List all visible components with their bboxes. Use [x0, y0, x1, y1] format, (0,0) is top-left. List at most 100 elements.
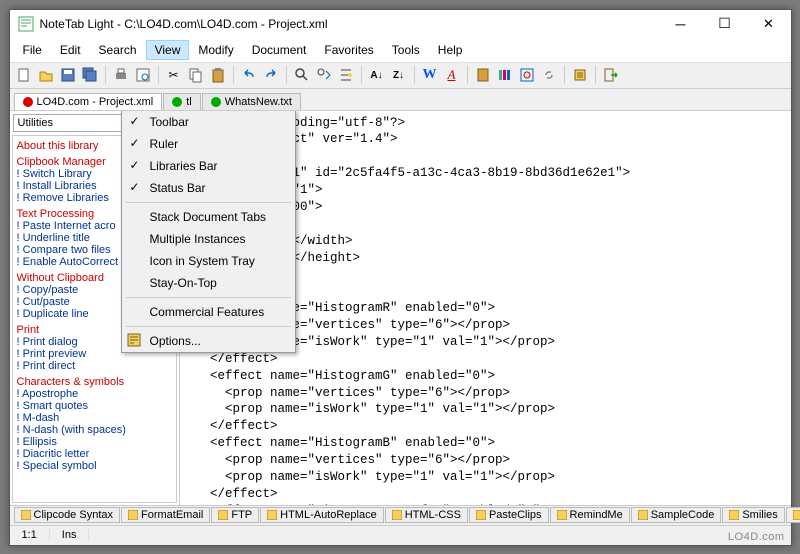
find-icon[interactable] — [292, 65, 312, 85]
wordwrap-icon[interactable]: W — [420, 65, 440, 85]
paste-icon[interactable] — [208, 65, 228, 85]
library-tab-label: FormatEmail — [141, 509, 203, 521]
menu-item-multiple-instances[interactable]: Multiple Instances — [122, 228, 295, 250]
library-item[interactable]: M-dash — [17, 412, 172, 424]
library-tab-ftp[interactable]: FTP — [211, 507, 259, 523]
statusbar: 1:1 Ins LO4D.com — [10, 525, 791, 545]
toolbar-separator — [361, 66, 362, 84]
menu-item-stack-document-tabs[interactable]: Stack Document Tabs — [122, 206, 295, 228]
save-all-icon[interactable] — [80, 65, 100, 85]
menu-item-options[interactable]: Options... — [122, 330, 295, 352]
close-button[interactable]: ✕ — [747, 10, 791, 38]
document-tab[interactable]: WhatsNew.txt — [202, 93, 301, 110]
replace-icon[interactable] — [336, 65, 356, 85]
book-icon — [793, 510, 800, 520]
menu-item-commercial-features[interactable]: Commercial Features — [122, 301, 295, 323]
menu-item-ruler[interactable]: ✓Ruler — [122, 133, 295, 155]
tab-status-icon — [211, 97, 221, 107]
print-icon[interactable] — [111, 65, 131, 85]
library-item[interactable]: Print direct — [17, 360, 172, 372]
find-next-icon[interactable] — [314, 65, 334, 85]
library-tab-html-css[interactable]: HTML-CSS — [385, 507, 468, 523]
menu-item-label: Commercial Features — [150, 305, 265, 319]
library-item[interactable]: Special symbol — [17, 460, 172, 472]
menu-item-label: Toolbar — [150, 115, 189, 129]
book-icon — [218, 510, 228, 520]
save-icon[interactable] — [58, 65, 78, 85]
menu-item-stay-on-top[interactable]: Stay-On-Top — [122, 272, 295, 294]
library-tab-clipcode-syntax[interactable]: Clipcode Syntax — [14, 507, 121, 523]
tab-status-icon — [23, 97, 33, 107]
exit-icon[interactable] — [601, 65, 621, 85]
library-heading[interactable]: Characters & symbols — [17, 376, 172, 388]
menu-item-label: Multiple Instances — [150, 232, 246, 246]
menu-separator — [126, 326, 291, 327]
redo-icon[interactable] — [261, 65, 281, 85]
library-tab-utilities[interactable]: Utilities — [786, 507, 800, 523]
document-tab[interactable]: LO4D.com - Project.xml — [14, 93, 163, 110]
library-tab-pasteclips[interactable]: PasteClips — [469, 507, 549, 523]
menu-item-libraries-bar[interactable]: ✓Libraries Bar — [122, 155, 295, 177]
sort-desc-icon[interactable]: Z↓ — [389, 65, 409, 85]
library-item[interactable]: Diacritic letter — [17, 448, 172, 460]
maximize-button[interactable]: ☐ — [703, 10, 747, 38]
view-menu-dropdown: ✓Toolbar✓Ruler✓Libraries Bar✓Status Bar S… — [121, 111, 296, 353]
library-item[interactable]: Smart quotes — [17, 400, 172, 412]
copy-icon[interactable] — [186, 65, 206, 85]
tab-status-icon — [172, 97, 182, 107]
menu-search[interactable]: Search — [90, 40, 146, 60]
book-icon — [21, 510, 31, 520]
menu-item-label: Stack Document Tabs — [150, 210, 267, 224]
menu-view[interactable]: View — [146, 40, 190, 60]
book-icon — [128, 510, 138, 520]
book-icon — [392, 510, 402, 520]
menu-tools[interactable]: Tools — [383, 40, 429, 60]
menu-favorites[interactable]: Favorites — [315, 40, 382, 60]
library-tab-label: Smilies — [742, 509, 777, 521]
open-file-icon[interactable] — [36, 65, 56, 85]
library-icon[interactable] — [495, 65, 515, 85]
link-icon[interactable] — [539, 65, 559, 85]
app-icon — [18, 16, 34, 32]
menu-separator — [126, 202, 291, 203]
menu-item-status-bar[interactable]: ✓Status Bar — [122, 177, 295, 199]
library-tab-smilies[interactable]: Smilies — [722, 507, 784, 523]
options-icon[interactable] — [570, 65, 590, 85]
menu-help[interactable]: Help — [429, 40, 472, 60]
menu-modify[interactable]: Modify — [189, 40, 242, 60]
menu-item-icon-in-system-tray[interactable]: Icon in System Tray — [122, 250, 295, 272]
library-tabs: Clipcode Syntax FormatEmail FTP HTML-AutoRe… — [10, 505, 791, 525]
font-icon[interactable]: A — [442, 65, 462, 85]
document-tab[interactable]: tl — [163, 93, 201, 110]
toolbar-separator — [467, 66, 468, 84]
toolbar-separator — [158, 66, 159, 84]
book-icon — [638, 510, 648, 520]
minimize-button[interactable]: ─ — [659, 10, 703, 38]
toolbar-separator — [105, 66, 106, 84]
library-tab-remindme[interactable]: RemindMe — [550, 507, 630, 523]
library-tab-label: SampleCode — [651, 509, 715, 521]
book-icon — [476, 510, 486, 520]
menu-document[interactable]: Document — [243, 40, 316, 60]
library-tab-samplecode[interactable]: SampleCode — [631, 507, 722, 523]
menu-edit[interactable]: Edit — [51, 40, 90, 60]
window-buttons: ─ ☐ ✕ — [659, 10, 791, 38]
print-preview-icon[interactable] — [133, 65, 153, 85]
library-item[interactable]: N-dash (with spaces) — [17, 424, 172, 436]
new-file-icon[interactable] — [14, 65, 34, 85]
undo-icon[interactable] — [239, 65, 259, 85]
library-tab-html-autoreplace[interactable]: HTML-AutoReplace — [260, 507, 384, 523]
sort-asc-icon[interactable]: A↓ — [367, 65, 387, 85]
library-tab-label: FTP — [231, 509, 252, 521]
library-item[interactable]: Apostrophe — [17, 388, 172, 400]
clipboard-icon[interactable] — [473, 65, 493, 85]
second-window-icon[interactable] — [517, 65, 537, 85]
menu-file[interactable]: File — [14, 40, 51, 60]
library-tab-label: Clipcode Syntax — [34, 509, 114, 521]
library-item[interactable]: Ellipsis — [17, 436, 172, 448]
toolbar-separator — [595, 66, 596, 84]
cut-icon[interactable]: ✂ — [164, 65, 184, 85]
library-tab-label: PasteClips — [489, 509, 542, 521]
menu-item-toolbar[interactable]: ✓Toolbar — [122, 111, 295, 133]
library-tab-formatemail[interactable]: FormatEmail — [121, 507, 210, 523]
